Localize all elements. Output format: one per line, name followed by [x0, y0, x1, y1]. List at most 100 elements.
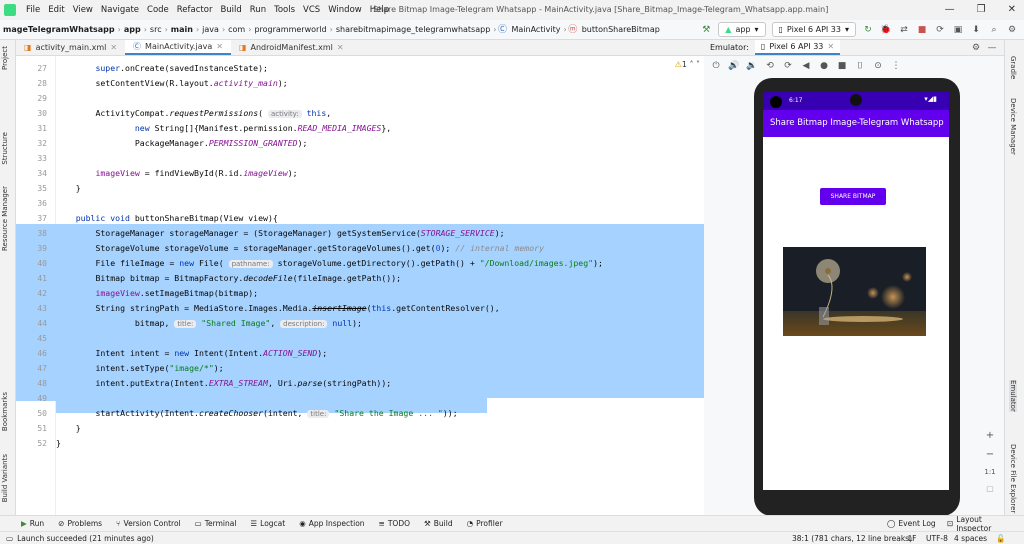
breadcrumb-com[interactable]: com	[225, 25, 248, 34]
file-encoding[interactable]: UTF-8	[926, 534, 948, 543]
menu-edit[interactable]: Edit	[44, 5, 68, 15]
more-icon[interactable]: ⋮	[890, 60, 902, 72]
tool-gradle[interactable]: Gradle	[1009, 56, 1017, 79]
tool-event-log[interactable]: ◯ Event Log	[880, 519, 943, 528]
tool-emulator[interactable]: Emulator	[1009, 380, 1017, 412]
inspection-icon: ◉	[299, 519, 306, 528]
menu-refactor[interactable]: Refactor	[173, 5, 217, 15]
code-editor[interactable]: ⚠1 ˄ ˅ super.onCreate(savedInstanceState…	[56, 56, 704, 515]
power-icon[interactable]: ⏻	[710, 60, 722, 72]
close-icon[interactable]: ✕	[110, 43, 117, 52]
back-icon[interactable]: ◀	[800, 60, 812, 72]
zoom-actual-size-button[interactable]: 1:1	[984, 468, 995, 476]
device-dropdown[interactable]: ▯ Pixel 6 API 33 ▾	[771, 22, 856, 37]
minimize-icon[interactable]: —	[945, 4, 955, 15]
menu-view[interactable]: View	[69, 5, 97, 15]
tool-profiler[interactable]: ◔ Profiler	[460, 519, 510, 528]
android-icon: ▲	[725, 25, 732, 34]
line-number: 46	[37, 349, 47, 358]
volume-down-icon[interactable]: 🔉	[746, 60, 758, 72]
debug-icon[interactable]: 🐞	[880, 24, 892, 36]
tool-problems[interactable]: ⊘ Problems	[51, 519, 109, 528]
hammer-icon[interactable]: ⚒	[700, 24, 712, 36]
cursor-position[interactable]: 38:1 (781 chars, 12 line breaks)	[792, 534, 912, 543]
zoom-in-button[interactable]: +	[986, 430, 994, 441]
tab-activity-main-xml[interactable]: ◨ activity_main.xml ✕	[16, 40, 125, 55]
breadcrumb-main[interactable]: main	[168, 25, 196, 34]
bottom-tool-bar: ▶ Run ⊘ Problems ⑂ Version Control ▭ Termina…	[0, 515, 1024, 533]
tool-terminal[interactable]: ▭ Terminal	[188, 519, 244, 528]
zoom-out-button[interactable]: −	[986, 449, 994, 460]
tab-main-activity-java[interactable]: Ⓒ MainActivity.java ✕	[125, 40, 231, 55]
gear-icon[interactable]: ⚙	[1006, 24, 1018, 36]
breadcrumb-package[interactable]: sharebitmapimage_telegramwhatsapp	[333, 25, 493, 34]
overview-icon[interactable]: ■	[836, 60, 848, 72]
gear-icon[interactable]: ⚙	[970, 42, 982, 54]
menu-navigate[interactable]: Navigate	[97, 5, 143, 15]
menu-code[interactable]: Code	[143, 5, 173, 15]
tool-device-file-explorer[interactable]: Device File Explorer	[1009, 444, 1017, 513]
menu-build[interactable]: Build	[216, 5, 245, 15]
fit-screen-icon[interactable]: ▢	[986, 484, 994, 493]
sync-icon[interactable]: ⟳	[934, 24, 946, 36]
indent-setting[interactable]: 4 spaces	[954, 534, 987, 543]
breadcrumb-project[interactable]: mageTelegramWhatsapp	[0, 25, 118, 34]
line-separator[interactable]: LF	[908, 534, 917, 543]
tool-resource-manager[interactable]: Resource Manager	[1, 186, 9, 251]
breadcrumb-src[interactable]: src	[147, 25, 165, 34]
menu-vcs[interactable]: VCS	[299, 5, 324, 15]
minimize-panel-icon[interactable]: —	[986, 42, 998, 54]
maximize-icon[interactable]: ❐	[977, 4, 986, 15]
line-number: 36	[37, 199, 47, 208]
tool-structure[interactable]: Structure	[1, 132, 9, 165]
tool-app-inspection[interactable]: ◉ App Inspection	[292, 519, 371, 528]
breadcrumb-class[interactable]: MainActivity	[508, 25, 563, 34]
menu-file[interactable]: File	[22, 5, 44, 15]
stop-icon[interactable]: ■	[916, 24, 928, 36]
tool-layout-inspector[interactable]: ⊡ Layout Inspector	[940, 515, 1024, 533]
breadcrumb-programmerworld[interactable]: programmerworld	[251, 25, 329, 34]
apply-changes-icon[interactable]: ⇄	[898, 24, 910, 36]
tab-emulator-device[interactable]: ▯ Pixel 6 API 33 ✕	[754, 40, 841, 55]
tool-run[interactable]: ▶ Run	[14, 519, 51, 528]
menu-window[interactable]: Window	[324, 5, 366, 15]
rotate-left-icon[interactable]: ⟲	[764, 60, 776, 72]
tool-device-manager[interactable]: Device Manager	[1009, 98, 1017, 155]
emulator-label: Emulator:	[710, 43, 749, 52]
volume-up-icon[interactable]: 🔊	[728, 60, 740, 72]
breadcrumb-app[interactable]: app	[121, 25, 144, 34]
rerun-icon[interactable]: ↻	[862, 24, 874, 36]
rotate-right-icon[interactable]: ⟳	[782, 60, 794, 72]
lock-icon[interactable]: 🔓	[996, 534, 1005, 543]
tool-logcat[interactable]: ☰ Logcat	[243, 519, 292, 528]
tool-bookmarks[interactable]: Bookmarks	[1, 392, 9, 431]
dandelion-image	[783, 247, 926, 336]
close-icon[interactable]: ✕	[827, 42, 834, 51]
warning-indicator[interactable]: ⚠1 ˄ ˅	[675, 60, 700, 69]
tool-todo[interactable]: ≡ TODO	[372, 519, 417, 528]
run-config-dropdown[interactable]: ▲ app ▾	[718, 22, 766, 37]
device-manager-icon[interactable]: ▣	[952, 24, 964, 36]
tool-project[interactable]: Project	[1, 46, 9, 70]
close-icon[interactable]: ✕	[337, 43, 344, 52]
line-number: 52	[37, 439, 47, 448]
class-icon: Ⓒ	[133, 42, 142, 51]
todo-icon: ≡	[378, 519, 385, 528]
tab-android-manifest[interactable]: ◨ AndroidManifest.xml ✕	[231, 40, 352, 55]
home-icon[interactable]: ●	[818, 60, 830, 72]
menu-run[interactable]: Run	[246, 5, 270, 15]
search-icon[interactable]: ⌕	[988, 24, 1000, 36]
menu-tools[interactable]: Tools	[270, 5, 299, 15]
tool-version-control[interactable]: ⑂ Version Control	[109, 519, 188, 528]
tool-build-variants[interactable]: Build Variants	[1, 454, 9, 502]
tool-build[interactable]: ⚒ Build	[417, 519, 460, 528]
sdk-manager-icon[interactable]: ⬇	[970, 24, 982, 36]
share-bitmap-button[interactable]: SHARE BITMAP	[820, 188, 886, 205]
close-icon[interactable]: ✕	[216, 42, 223, 51]
snapshot-icon[interactable]: ⊙	[872, 60, 884, 72]
breadcrumb-java[interactable]: java	[199, 25, 222, 34]
camera-icon[interactable]: ⌷	[854, 60, 866, 72]
breadcrumb-method[interactable]: buttonShareBitmap	[579, 25, 663, 34]
close-icon[interactable]: ✕	[1008, 4, 1016, 15]
phone-screen[interactable]: 6:17 ▾◢▮ Share Bitmap Image-Telegram Wha…	[763, 92, 949, 490]
